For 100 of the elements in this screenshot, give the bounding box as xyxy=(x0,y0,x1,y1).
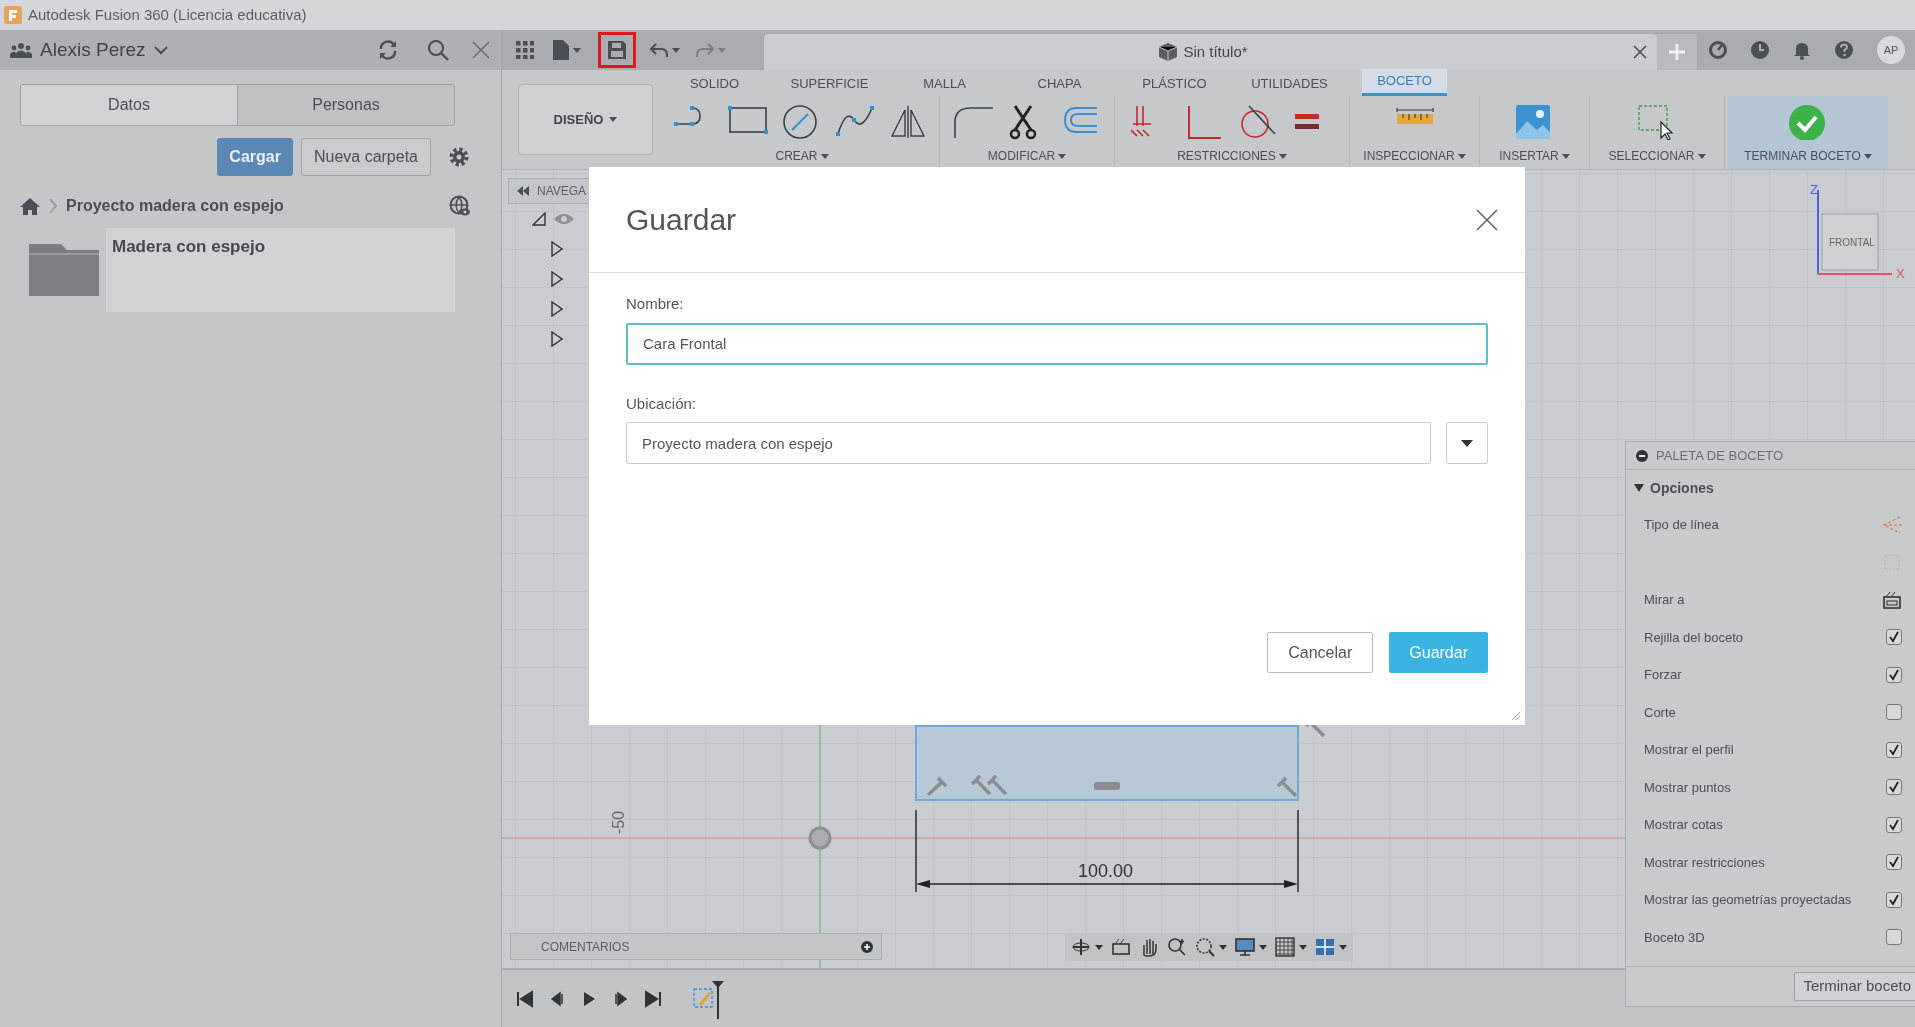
save-button[interactable] xyxy=(598,32,636,68)
finish-sketch-button[interactable]: Terminar boceto xyxy=(1794,972,1915,1001)
ribbon-group-menu[interactable]: TERMINAR BOCETO xyxy=(1744,147,1872,165)
collapse-panel-icon[interactable] xyxy=(1636,449,1648,462)
view-tool-button[interactable] xyxy=(1235,937,1267,957)
breadcrumb-path: Proyecto madera con espejo xyxy=(66,196,285,216)
name-field[interactable]: Cara Frontal xyxy=(626,322,1488,365)
view-tool-button[interactable] xyxy=(1275,937,1307,957)
expand-toggle-icon[interactable] xyxy=(551,271,563,287)
checkbox[interactable] xyxy=(1886,666,1902,683)
gear-icon[interactable] xyxy=(447,145,471,169)
home-icon[interactable] xyxy=(20,197,40,215)
caret-icon xyxy=(1561,153,1570,159)
user-avatar[interactable]: AP xyxy=(1877,36,1905,64)
option-label: Mostrar restricciones xyxy=(1644,853,1765,872)
window-title: Autodesk Fusion 360 (Licencia educativa) xyxy=(28,4,307,25)
checkbox[interactable] xyxy=(1886,891,1902,908)
cancel-button[interactable]: Cancelar xyxy=(1267,632,1374,673)
caret-icon xyxy=(573,47,581,53)
fillet-icon[interactable] xyxy=(953,104,993,140)
help-icon[interactable] xyxy=(1834,40,1854,60)
gauge-icon[interactable] xyxy=(1708,40,1728,60)
ribbon-tab[interactable]: SUPERFICIE xyxy=(772,71,887,96)
tangent-icon[interactable] xyxy=(1239,104,1279,140)
ribbon-group-menu[interactable]: RESTRICCIONES xyxy=(1177,147,1287,165)
view-tool-button[interactable] xyxy=(1315,937,1347,957)
close-icon[interactable] xyxy=(1633,45,1647,59)
workspace-menu-button[interactable]: DISEÑO xyxy=(518,84,653,155)
zoom-window-icon xyxy=(1195,937,1215,957)
next-frame-icon[interactable] xyxy=(612,989,630,1008)
checkbox[interactable] xyxy=(1886,704,1902,721)
option-label: Rejilla del boceto xyxy=(1644,628,1743,647)
previous-frame-icon[interactable] xyxy=(548,989,566,1008)
view-tool-button[interactable] xyxy=(1071,937,1103,957)
bell-icon[interactable] xyxy=(1792,40,1812,60)
look-at-icon[interactable] xyxy=(1882,589,1902,610)
option-label: Corte xyxy=(1644,703,1676,722)
data-tab[interactable]: Datos xyxy=(21,85,237,125)
axis-label: X xyxy=(1896,266,1905,281)
checkbox[interactable] xyxy=(1886,816,1902,833)
ribbon-tab[interactable]: PLÁSTICO xyxy=(1117,71,1232,96)
ribbon-group-menu[interactable]: CREAR xyxy=(775,147,829,165)
new-folder-button[interactable]: Nueva carpeta xyxy=(300,138,431,176)
dropdown-button[interactable] xyxy=(1446,422,1488,464)
data-tab[interactable]: Personas xyxy=(237,85,454,125)
view-tool-button[interactable] xyxy=(1195,937,1227,957)
checkbox[interactable] xyxy=(1886,929,1902,946)
globe-icon[interactable] xyxy=(449,195,471,217)
people-icon xyxy=(10,41,32,59)
ribbon-group-menu[interactable]: SELECCIONAR xyxy=(1608,147,1706,165)
expanded-toggle-icon[interactable] xyxy=(532,212,546,226)
view-tool-button[interactable] xyxy=(1111,937,1131,957)
location-field[interactable]: Proyecto madera con espejo xyxy=(626,422,1431,464)
checkbox[interactable] xyxy=(1886,779,1902,796)
ribbon-group-menu[interactable]: MODIFICAR xyxy=(987,147,1067,165)
expand-toggle-icon[interactable] xyxy=(551,301,563,317)
ribbon-tab[interactable]: UTILIDADES xyxy=(1232,71,1347,96)
last-frame-icon[interactable] xyxy=(644,989,662,1008)
constraint-icon xyxy=(986,774,1008,796)
refresh-icon[interactable] xyxy=(377,39,399,61)
caret-icon xyxy=(1697,153,1706,159)
clock-icon[interactable] xyxy=(1750,40,1770,60)
search-icon[interactable] xyxy=(427,39,449,61)
dimension-value: 100.00 xyxy=(1078,861,1134,881)
checkbox[interactable] xyxy=(1886,629,1902,646)
folder-item[interactable]: Madera con espejo xyxy=(22,228,455,312)
expand-toggle-icon[interactable] xyxy=(551,241,563,257)
ribbon-group-menu[interactable]: INSERTAR xyxy=(1499,147,1570,165)
checkbox[interactable] xyxy=(1886,741,1902,758)
add-comment-icon[interactable] xyxy=(861,940,873,953)
cube-face-label: FRONTAL xyxy=(1829,237,1875,248)
view-cube[interactable] xyxy=(1817,189,1893,275)
document-tab[interactable]: Sin título* xyxy=(764,34,1657,70)
caret-icon xyxy=(1461,439,1473,447)
chevron-down-icon[interactable] xyxy=(153,45,168,55)
caret-icon xyxy=(1259,944,1267,950)
constraint-icon xyxy=(926,776,948,797)
look-at-icon xyxy=(1111,937,1131,957)
expand-toggle-icon[interactable] xyxy=(551,331,563,347)
collapse-icon xyxy=(517,186,529,196)
option-label: Mostrar cotas xyxy=(1644,816,1723,834)
checkbox[interactable] xyxy=(1886,854,1902,871)
ribbon-tab[interactable]: MALLA xyxy=(887,71,1002,96)
ribbon-tab[interactable]: SOLIDO xyxy=(657,71,772,96)
option-label: Tipo de línea xyxy=(1644,516,1719,534)
ribbon-tab[interactable]: BOCETO xyxy=(1362,68,1447,96)
undo-icon xyxy=(650,42,668,58)
ribbon-tab[interactable]: CHAPA xyxy=(1002,71,1117,96)
upload-button[interactable]: Cargar xyxy=(217,138,293,176)
sketch-feature-icon[interactable] xyxy=(690,978,724,1019)
checkmark-icon[interactable] xyxy=(1788,104,1828,140)
view-tool-button[interactable] xyxy=(1167,937,1187,957)
caret-icon xyxy=(1278,153,1287,159)
close-icon[interactable] xyxy=(1475,207,1499,232)
resize-grip-icon[interactable] xyxy=(1511,711,1521,721)
section-header[interactable]: Opciones xyxy=(1626,470,1915,506)
ribbon-group-menu[interactable]: INSPECCIONAR xyxy=(1363,147,1466,165)
user-name[interactable]: Alexis Perez xyxy=(40,35,146,65)
first-frame-icon[interactable] xyxy=(516,989,534,1008)
apps-grid-icon[interactable] xyxy=(516,41,534,59)
